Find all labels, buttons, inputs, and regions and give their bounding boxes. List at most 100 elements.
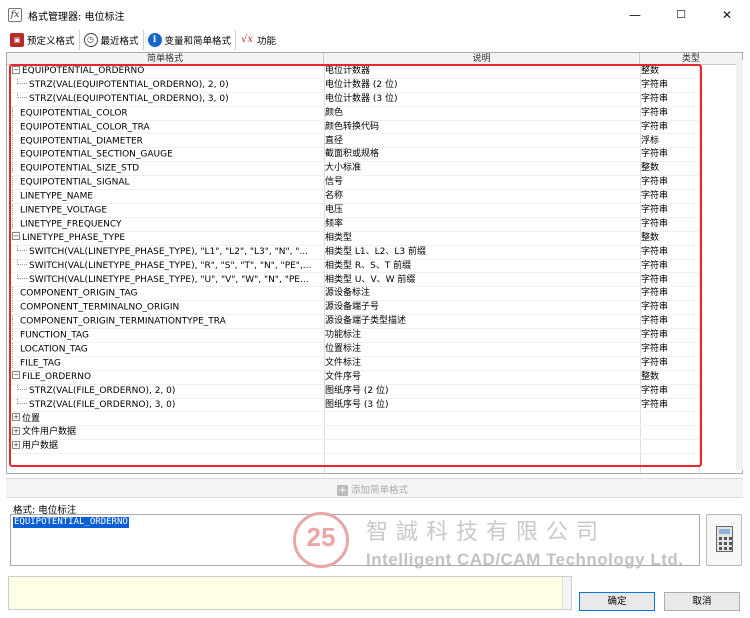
table-row[interactable]: − EQUIPOTENTIAL_ORDERNO 电位计数器 整数 [7,65,699,79]
cell-text: EQUIPOTENTIAL_COLOR [20,108,128,119]
add-simple-format-button[interactable]: + 添加简单格式 [337,482,408,496]
column-divider [699,65,700,473]
cell-description: 文件标注 [325,357,362,368]
expand-icon[interactable]: + [12,426,20,435]
cell-description: 电位计数器 (2 位) [325,79,398,90]
table-row[interactable]: SWITCH(VAL(LINETYPE_PHASE_TYPE), "R", "S… [7,259,699,274]
expand-icon[interactable]: + [12,413,20,421]
description-box[interactable] [8,576,572,610]
calculator-icon [716,526,733,552]
table-row[interactable]: COMPONENT_ORIGIN_TAG 源设备标注 字符串 [7,287,699,302]
cell-simple-format: EQUIPOTENTIAL_SIGNAL [7,176,323,190]
calculator-button[interactable] [706,514,742,566]
tab-predefined-formats[interactable]: ▣ 预定义格式 [6,30,80,50]
column-header-type[interactable]: 类型 [640,53,742,65]
cell-type: 字符串 [641,205,669,215]
maximize-button[interactable]: ☐ [658,0,704,30]
cell-text: COMPONENT_ORIGIN_TERMINATIONTYPE_TRA [20,316,226,327]
minimize-button[interactable]: — [612,0,658,30]
cell-text: FILE_ORDERNO [22,371,92,382]
format-value[interactable]: EQUIPOTENTIAL_ORDERNO [13,517,129,528]
cell-text: STRZ(VAL(EQUIPOTENTIAL_ORDERNO), 3, 0) [29,93,229,104]
description-scrollbar[interactable] [562,577,571,609]
table-row[interactable]: COMPONENT_TERMINALNO_ORIGIN 源设备端子号 字符串 [7,301,699,316]
tab-variables-simple-formats[interactable]: i 变量和简单格式 [144,30,237,50]
table-row[interactable]: EQUIPOTENTIAL_SIGNAL 信号 字符串 [7,176,699,191]
cancel-button[interactable]: 取消 [664,592,740,611]
table-row[interactable]: STRZ(VAL(EQUIPOTENTIAL_ORDERNO), 3, 0) 电位… [7,92,699,107]
cell-simple-format: STRZ(VAL(EQUIPOTENTIAL_ORDERNO), 2, 0) [7,78,323,93]
cell-description: 截面积或规格 [325,149,380,160]
plus-icon: + [337,485,348,496]
tree-leaf-icon [12,356,18,368]
table-row[interactable]: + 位置 [7,413,699,427]
tree-leaf-icon [12,217,18,229]
tree-connector [17,259,27,266]
table-row[interactable]: SWITCH(VAL(LINETYPE_PHASE_TYPE), "L1", "… [7,245,699,260]
cell-simple-format: LINETYPE_VOLTAGE [7,204,323,218]
format-grid: 简单格式 说明 类型 − EQUIPOTENTIAL_ORDERNO 电位计数器 整数… [6,52,743,474]
cell-description: 源设备端子号 [325,302,380,313]
cell-text: EQUIPOTENTIAL_SECTION_GAUGE [20,149,173,160]
table-row[interactable]: − FILE_ORDERNO 文件序号 整数 [7,371,699,385]
table-row[interactable]: − LINETYPE_PHASE_TYPE 相类型 整数 [7,232,699,246]
cell-simple-format: − LINETYPE_PHASE_TYPE [7,232,323,246]
tree-leaf-icon [12,120,18,132]
tree-leaf-icon [12,162,18,174]
collapse-icon[interactable]: − [12,232,20,241]
table-row[interactable]: LINETYPE_VOLTAGE 电压 字符串 [7,204,699,218]
cell-text: SWITCH(VAL(LINETYPE_PHASE_TYPE), "R", "S… [29,260,312,271]
expand-icon[interactable]: + [12,440,20,449]
tree-leaf-icon [12,106,18,118]
table-row[interactable]: EQUIPOTENTIAL_COLOR 颜色 字符串 [7,106,699,121]
table-row[interactable]: LINETYPE_NAME 名称 字符串 [7,190,699,204]
cell-description: 相类型 U、V、W 前缀 [325,274,416,285]
tab-label: 预定义格式 [27,36,75,47]
table-row[interactable]: EQUIPOTENTIAL_SECTION_GAUGE 截面积或规格 字符串 [7,148,699,163]
table-row[interactable]: SWITCH(VAL(LINETYPE_PHASE_TYPE), "U", "V… [7,273,699,288]
table-row[interactable]: EQUIPOTENTIAL_SIZE_STD 大小标准 整数 [7,162,699,177]
column-header-description[interactable]: 说明 [324,53,640,65]
table-row[interactable]: EQUIPOTENTIAL_DIAMETER 直径 浮标 [7,134,699,149]
close-button[interactable]: ✕ [704,0,750,30]
cell-text: EQUIPOTENTIAL_SIGNAL [20,177,130,188]
cell-type: 整数 [641,371,660,382]
column-header-simple-format[interactable]: 简单格式 [7,53,324,65]
table-row[interactable]: STRZ(VAL(FILE_ORDERNO), 2, 0) 图纸序号 (2 位) 字… [7,384,699,399]
cell-text: SWITCH(VAL(LINETYPE_PHASE_TYPE), "L1", "… [29,246,309,257]
grid-header: 简单格式 说明 类型 [7,53,742,65]
table-row[interactable]: LINETYPE_FREQUENCY 频率 字符串 [7,217,699,232]
table-row[interactable]: FUNCTION_TAG 功能标注 字符串 [7,329,699,343]
cell-simple-format: SWITCH(VAL(LINETYPE_PHASE_TYPE), "U", "V… [7,273,323,288]
table-row[interactable]: STRZ(VAL(EQUIPOTENTIAL_ORDERNO), 2, 0) 电位… [7,78,699,93]
table-row[interactable]: STRZ(VAL(FILE_ORDERNO), 3, 0) 图纸序号 (3 位) 字… [7,398,699,413]
tree-leaf-icon [12,301,18,313]
table-row[interactable]: COMPONENT_ORIGIN_TERMINATIONTYPE_TRA 源设备端… [7,315,699,330]
tab-functions[interactable]: √x 功能 [236,30,280,50]
tree-connector [17,92,27,99]
cell-description: 位置标注 [325,344,362,354]
tree-leaf-icon [12,287,18,299]
table-row[interactable]: FILE_TAG 文件标注 字符串 [7,356,699,371]
cell-description: 电位计数器 [325,66,371,76]
format-editor[interactable]: EQUIPOTENTIAL_ORDERNO [10,514,700,566]
cell-description: 大小标准 [325,163,362,174]
cell-description: 名称 [325,191,344,202]
cell-simple-format: − FILE_ORDERNO [7,371,323,385]
cell-type: 字符串 [641,274,669,285]
cell-text: COMPONENT_ORIGIN_TAG [20,288,138,299]
tab-recent-formats[interactable]: ◷ 最近格式 [80,30,144,50]
table-row[interactable]: + 文件用户数据 [7,426,699,441]
collapse-icon[interactable]: − [12,371,20,380]
window-title: 格式管理器: 电位标注 [28,12,125,23]
function-icon: √x [241,34,254,45]
table-row[interactable]: + 用户数据 [7,440,699,455]
cell-text: EQUIPOTENTIAL_ORDERNO [22,66,145,76]
ok-button[interactable]: 确定 [579,592,655,611]
grid-scrollbar[interactable] [736,60,743,470]
table-row[interactable]: EQUIPOTENTIAL_COLOR_TRA 颜色转换代码 字符串 [7,120,699,135]
table-row[interactable]: LOCATION_TAG 位置标注 字符串 [7,343,699,357]
add-simple-format-label: 添加简单格式 [351,485,409,496]
cell-description: 颜色转换代码 [325,121,380,132]
collapse-icon[interactable]: − [12,65,20,74]
